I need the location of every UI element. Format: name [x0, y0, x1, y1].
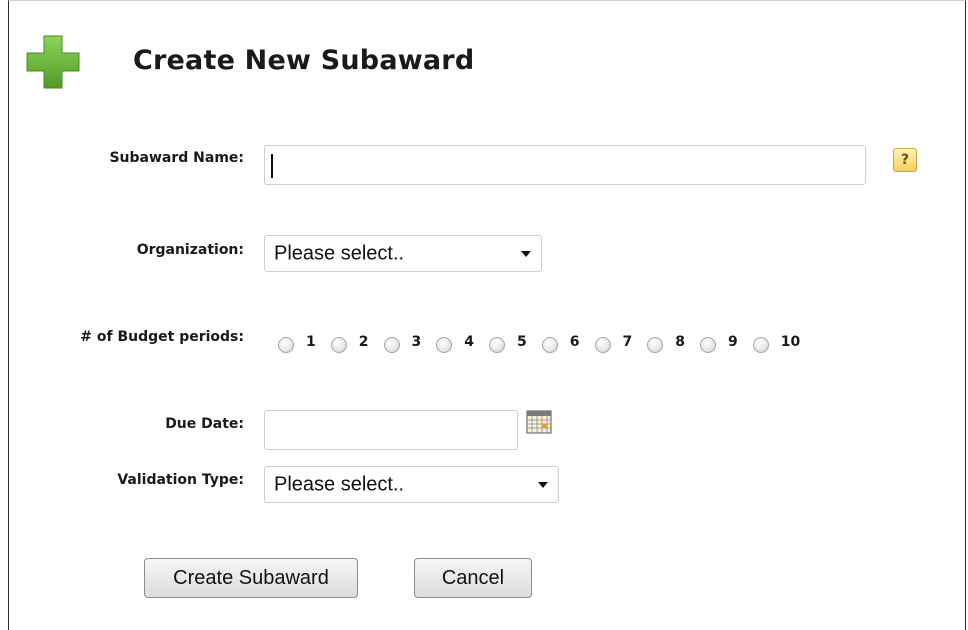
radio-label: 10 — [780, 334, 801, 350]
budget-period-option-9[interactable]: 9 — [700, 331, 738, 353]
radio-label: 5 — [517, 334, 527, 350]
radio-button[interactable] — [752, 337, 769, 353]
radio-label: 7 — [622, 334, 633, 350]
radio-button[interactable] — [647, 337, 664, 353]
organization-label: Organization: — [136, 242, 244, 258]
organization-selected-value: Please select.. — [274, 242, 405, 264]
due-date-label: Due Date: — [165, 416, 244, 432]
due-date-input[interactable] — [264, 410, 518, 450]
chevron-down-icon — [538, 481, 548, 488]
help-icon[interactable]: ? — [893, 148, 917, 172]
radio-label: 6 — [569, 334, 580, 350]
radio-label: 8 — [675, 334, 685, 350]
radio-label: 2 — [358, 334, 369, 350]
subaward-name-label: Subaward Name: — [109, 150, 244, 166]
organization-select[interactable]: Please select.. — [264, 235, 542, 272]
radio-button[interactable] — [594, 337, 611, 353]
validation-type-label: Validation Type: — [117, 472, 244, 488]
calendar-icon[interactable] — [526, 410, 552, 434]
validation-type-select[interactable]: Please select.. — [264, 466, 559, 503]
budget-period-option-2[interactable]: 2 — [330, 331, 369, 353]
radio-button[interactable] — [330, 337, 347, 353]
cancel-button[interactable]: Cancel — [414, 558, 532, 598]
radio-button[interactable] — [489, 337, 505, 353]
dialog-frame — [8, 0, 966, 630]
budget-period-option-1[interactable]: 1 — [278, 331, 316, 353]
radio-label: 4 — [464, 334, 474, 350]
create-subaward-button[interactable]: Create Subaward — [144, 558, 358, 598]
radio-label: 1 — [306, 334, 316, 350]
radio-button[interactable] — [436, 337, 453, 353]
budget-period-option-8[interactable]: 8 — [647, 331, 685, 353]
text-cursor — [271, 154, 273, 178]
chevron-down-icon — [521, 250, 531, 257]
budget-period-option-4[interactable]: 4 — [436, 331, 474, 353]
radio-button[interactable] — [700, 337, 716, 353]
budget-period-option-5[interactable]: 5 — [489, 331, 527, 353]
budget-period-option-3[interactable]: 3 — [383, 331, 422, 353]
radio-label: 9 — [728, 334, 738, 350]
radio-label: 3 — [411, 334, 422, 350]
budget-periods-radio-group: 1 2 3 4 5 6 7 8 9 10 — [278, 329, 800, 355]
budget-period-option-10[interactable]: 10 — [752, 331, 801, 353]
radio-button[interactable] — [278, 337, 294, 353]
radio-button[interactable] — [383, 337, 400, 353]
budget-period-option-6[interactable]: 6 — [541, 331, 580, 353]
validation-type-selected-value: Please select.. — [274, 473, 405, 495]
page-title: Create New Subaward — [133, 45, 475, 76]
budget-periods-label: # of Budget periods: — [80, 329, 244, 345]
radio-button[interactable] — [541, 337, 558, 353]
green-plus-icon — [26, 35, 80, 89]
subaward-name-input[interactable] — [264, 145, 866, 185]
budget-period-option-7[interactable]: 7 — [594, 331, 633, 353]
